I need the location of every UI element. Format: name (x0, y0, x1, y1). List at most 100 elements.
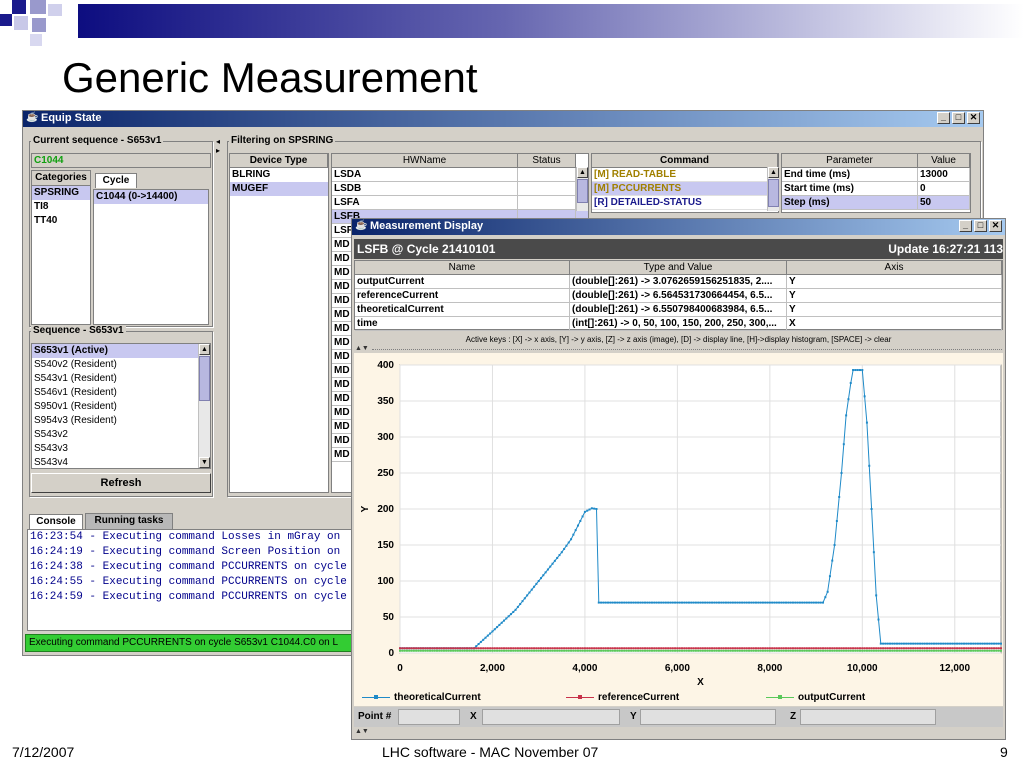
device-type-item[interactable]: MUGEF (230, 182, 328, 196)
series-marker (963, 647, 966, 650)
series-marker (570, 647, 573, 650)
signal-row[interactable]: time (int[]:261) -> 0, 50, 100, 150, 200,… (355, 317, 1002, 331)
parameter-value-cell[interactable]: 50 (918, 196, 970, 209)
parameter-row[interactable]: End time (ms) 13000 (782, 168, 970, 182)
series-marker (634, 647, 637, 650)
refresh-button[interactable]: Refresh (31, 473, 211, 493)
command-item[interactable]: [M] READ-TABLE (592, 168, 778, 182)
sequence-item[interactable]: S543v3 (32, 442, 210, 456)
series-marker (817, 601, 820, 604)
equip-title-bar[interactable]: ☕ Equip State _ □ ✕ (23, 111, 983, 127)
scroll-up-icon[interactable]: ▲ (199, 344, 210, 355)
sequence-item[interactable]: S653v1 (Active) (32, 344, 210, 358)
series-marker (667, 601, 670, 604)
minimize-button[interactable]: _ (937, 112, 950, 124)
signal-axis-cell[interactable]: X (787, 317, 1002, 330)
sequence-item[interactable]: S950v1 (Resident) (32, 400, 210, 414)
series-marker (528, 591, 531, 594)
series-marker (833, 649, 836, 652)
series-marker (632, 647, 635, 650)
series-marker (697, 647, 700, 650)
series-marker (928, 647, 931, 650)
signal-axis-cell[interactable]: Y (787, 275, 1002, 288)
parameter-row[interactable]: Start time (ms) 0 (782, 182, 970, 196)
signal-axis-cell[interactable]: Y (787, 289, 1002, 302)
series-marker (484, 647, 487, 650)
series-marker (588, 508, 591, 511)
sequence-item[interactable]: S543v2 (32, 428, 210, 442)
cmd-scroll-thumb[interactable] (768, 179, 779, 207)
point-input[interactable] (398, 709, 460, 725)
hwname-row[interactable]: LSDA (332, 168, 588, 182)
series-marker (623, 649, 626, 652)
hwname-row[interactable]: LSDB (332, 182, 588, 196)
series-marker (840, 472, 843, 474)
tab-running-tasks[interactable]: Running tasks (85, 513, 173, 529)
sequence-scrollbar[interactable]: ▲ ▼ (198, 344, 210, 468)
series-marker (586, 649, 589, 652)
maximize-button[interactable]: □ (952, 112, 965, 124)
category-item[interactable]: SPSRING (32, 186, 90, 200)
command-item[interactable]: [R] DETAILED-STATUS (592, 196, 778, 210)
series-marker (595, 647, 598, 650)
hw-scroll-thumb[interactable] (577, 179, 588, 203)
sequence-item[interactable]: S954v3 (Resident) (32, 414, 210, 428)
category-item[interactable]: TI8 (32, 200, 90, 214)
command-item[interactable]: [M] PCCURRENTS (592, 182, 778, 196)
scroll-down-icon[interactable]: ▼ (199, 457, 210, 468)
series-marker (754, 649, 757, 652)
series-marker (482, 647, 485, 650)
z-readout-input[interactable] (800, 709, 936, 725)
sequence-item[interactable]: S540v2 (Resident) (32, 358, 210, 372)
signal-name-cell: outputCurrent (355, 275, 570, 288)
measure-maximize-button[interactable]: □ (974, 220, 987, 232)
device-type-table: Device Type BLRING MUGEF (229, 153, 329, 493)
series-marker (544, 647, 547, 650)
tab-categories[interactable]: Categories (31, 170, 91, 185)
parameter-row[interactable]: Step (ms) 50 (782, 196, 970, 210)
sequence-item[interactable]: S543v1 (Resident) (32, 372, 210, 386)
scroll-thumb[interactable] (199, 356, 210, 401)
series-marker (748, 647, 751, 650)
measurement-title-bar[interactable]: ☕ Measurement Display _ □ ✕ (352, 219, 1005, 235)
series-marker (521, 647, 524, 650)
parameter-value-cell[interactable]: 13000 (918, 168, 970, 181)
series-marker (965, 642, 968, 645)
signal-row[interactable]: theoreticalCurrent (double[]:261) -> 6.55… (355, 303, 1002, 317)
tab-console[interactable]: Console (29, 514, 83, 529)
series-marker (787, 647, 790, 650)
legend-item: referenceCurrent (566, 692, 679, 703)
signal-axis-cell[interactable]: Y (787, 303, 1002, 316)
splitter-arrows-icon[interactable]: ◂ ▸ (216, 137, 220, 155)
sequence-item[interactable]: S546v1 (Resident) (32, 386, 210, 400)
hw-scroll-up-icon[interactable]: ▲ (577, 167, 588, 178)
series-marker (997, 647, 1000, 650)
tab-cycle[interactable]: Cycle (95, 173, 137, 188)
signal-row[interactable]: referenceCurrent (double[]:261) -> 6.5645… (355, 289, 1002, 303)
series-marker (815, 649, 818, 652)
x-tick-label: 8,000 (757, 663, 782, 674)
x-readout-input[interactable] (482, 709, 620, 725)
splitter-top-icon[interactable]: ▲▼ (355, 345, 369, 352)
cycle-item[interactable]: C1044 (0->14400) (94, 190, 208, 204)
series-marker (852, 647, 855, 650)
measure-minimize-button[interactable]: _ (959, 220, 972, 232)
close-button[interactable]: ✕ (967, 112, 980, 124)
category-item[interactable]: TT40 (32, 214, 90, 228)
hwname-scrollbar[interactable]: ▲ (576, 167, 588, 211)
command-scrollbar[interactable]: ▲ (767, 167, 779, 211)
y-readout-input[interactable] (640, 709, 776, 725)
hwname-row[interactable]: LSFA (332, 196, 588, 210)
series-marker (576, 647, 579, 650)
sequence-item[interactable]: S543v4 (32, 456, 210, 470)
measure-close-button[interactable]: ✕ (989, 220, 1002, 232)
parameter-value-cell[interactable]: 0 (918, 182, 970, 195)
series-marker (713, 649, 716, 652)
splitter-bottom-icon[interactable]: ▲▼ (355, 728, 369, 735)
signal-row[interactable]: outputCurrent (double[]:261) -> 3.0762659… (355, 275, 1002, 289)
series-marker (435, 649, 438, 652)
series-marker (863, 649, 866, 652)
cmd-scroll-up-icon[interactable]: ▲ (768, 167, 779, 178)
device-type-item[interactable]: BLRING (230, 168, 328, 182)
series-marker (611, 601, 614, 604)
